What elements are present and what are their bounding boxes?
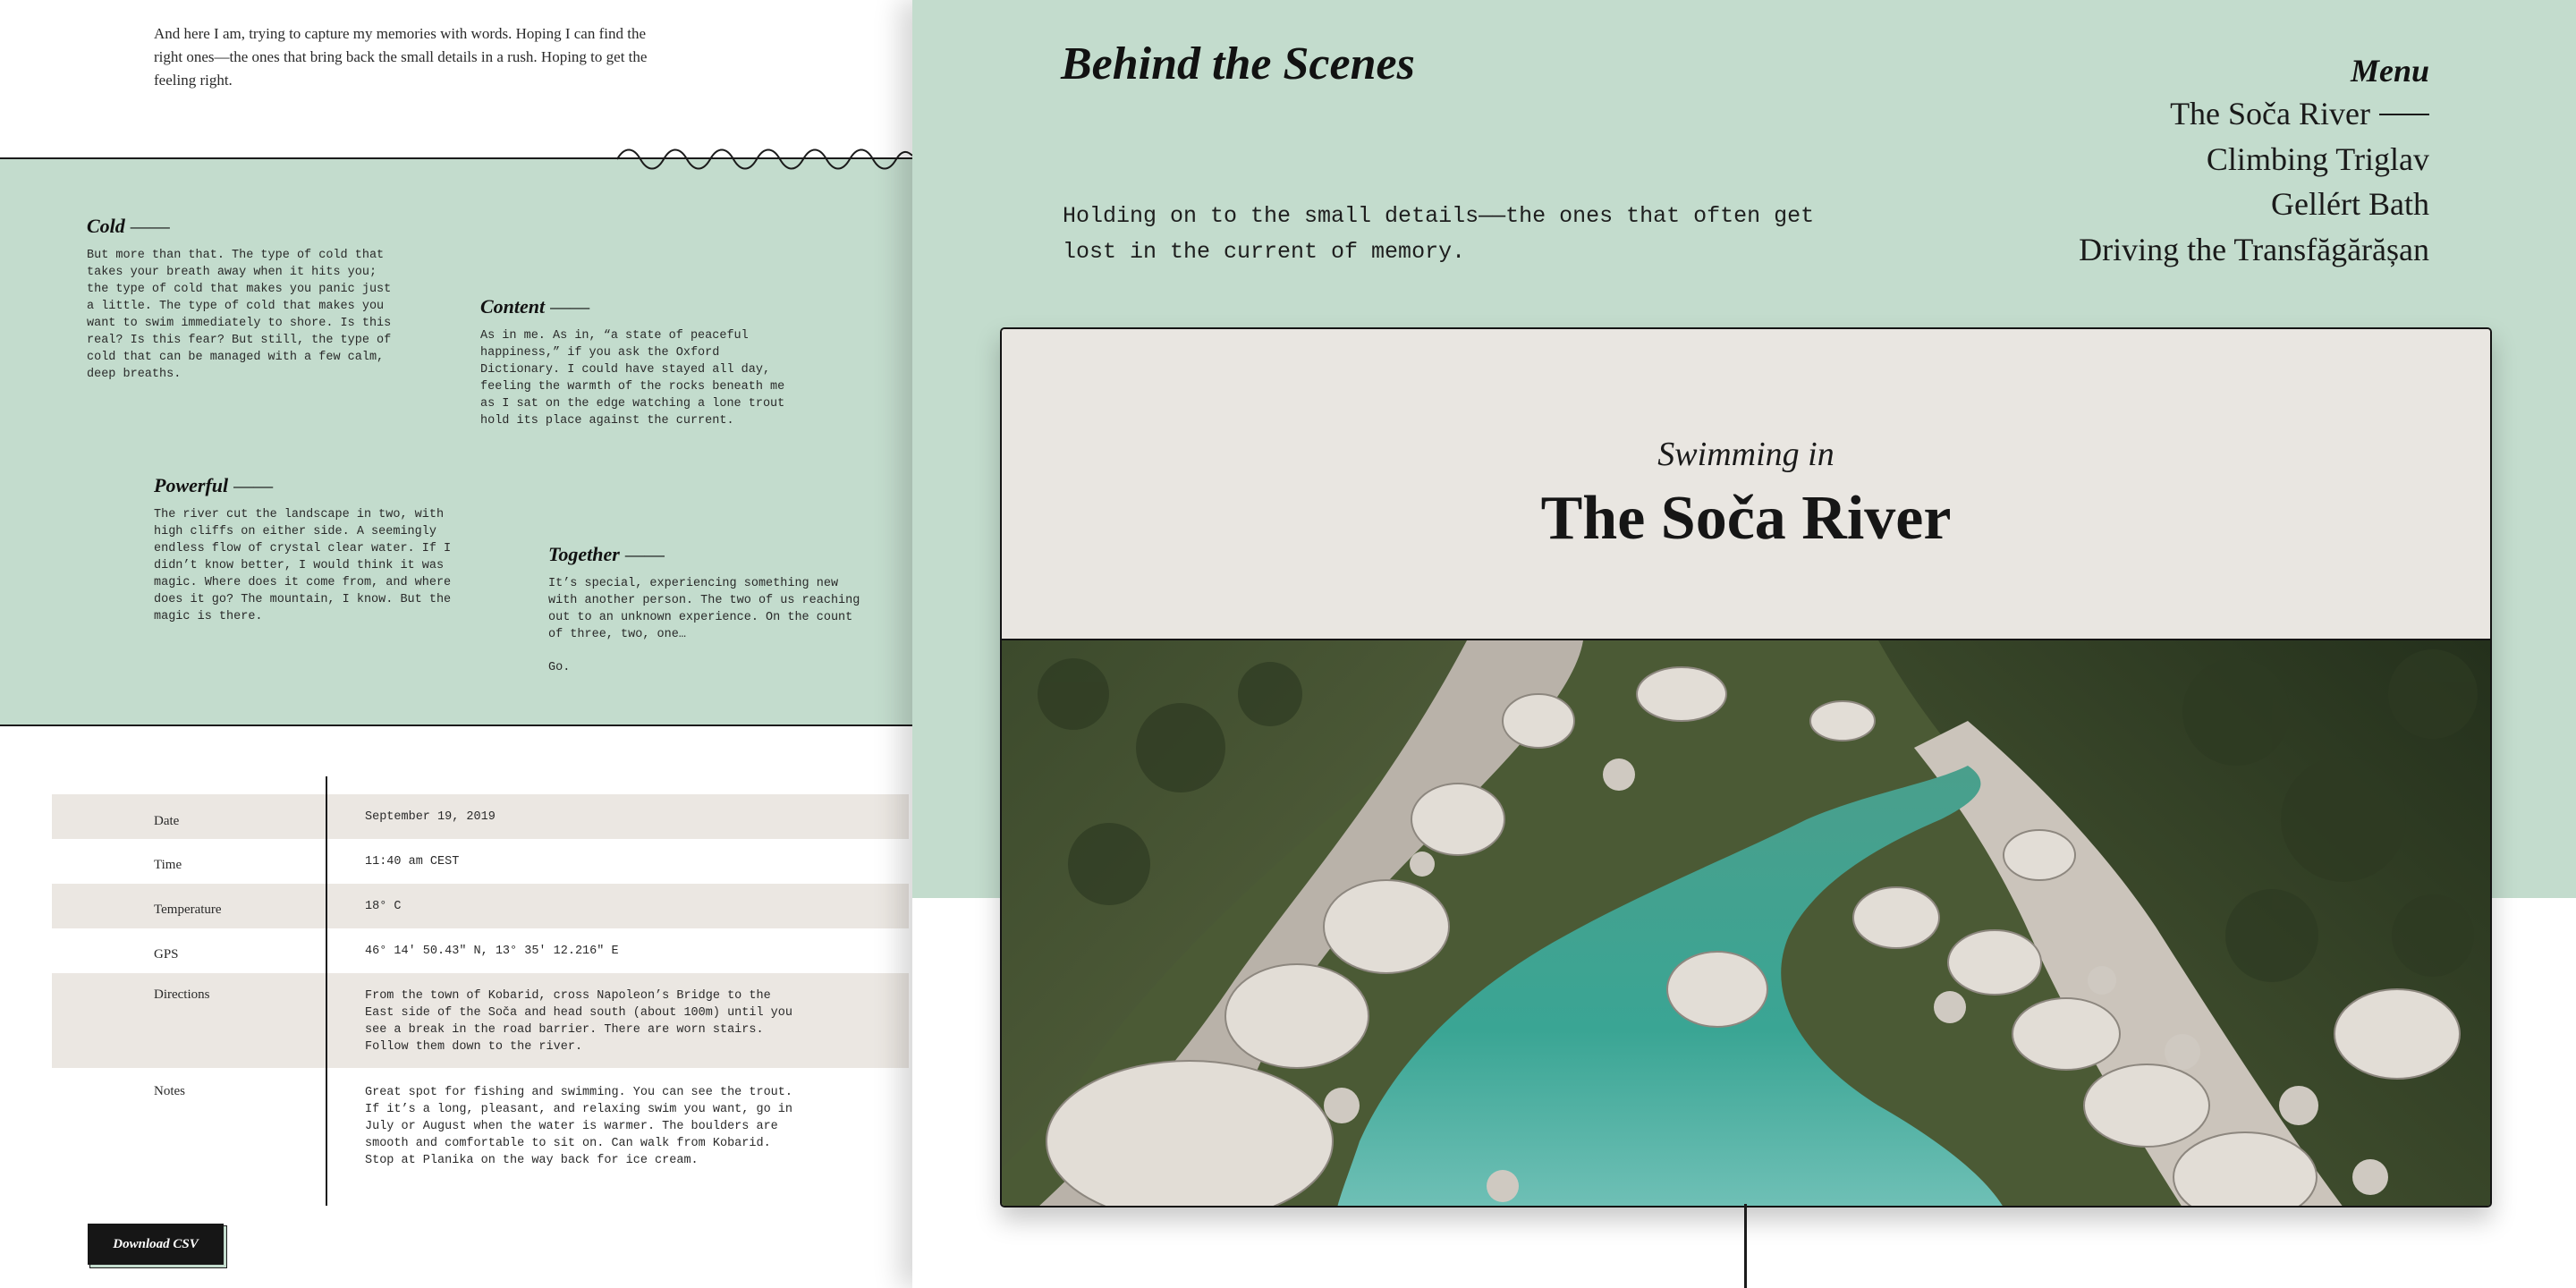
- active-indicator: [2379, 113, 2429, 115]
- table-divider: [326, 776, 327, 1206]
- table-row: Temperature 18° C: [52, 884, 909, 928]
- note-content: Content —— As in me. As in, “a state of p…: [480, 295, 793, 429]
- card-subtitle: Swimming in: [1657, 436, 1835, 473]
- row-label-directions: Directions: [154, 987, 210, 1002]
- site-title[interactable]: Behind the Scenes: [1061, 38, 1415, 90]
- row-value-temperature: 18° C: [365, 899, 402, 913]
- row-value-directions: From the town of Kobarid, cross Napoleon…: [365, 989, 792, 1054]
- feature-card: Swimming in The Soča River: [1000, 327, 2492, 1208]
- row-label-temperature: Temperature: [154, 902, 222, 917]
- download-csv-button[interactable]: Download CSV: [88, 1224, 224, 1265]
- note-together-title: Together ——: [548, 543, 665, 565]
- menu-item-transfagarasan[interactable]: Driving the Transfăgărășan: [2079, 227, 2429, 273]
- table-row: Notes Great spot for fishing and swimmin…: [52, 1068, 909, 1184]
- menu-title: Menu: [2350, 53, 2429, 89]
- row-label-gps: GPS: [154, 946, 179, 962]
- feature-panel: Behind the Scenes Holding on to the smal…: [912, 0, 2576, 1288]
- row-value-time: 11:40 am CEST: [365, 854, 460, 869]
- card-header: Swimming in The Soča River: [1002, 329, 2490, 639]
- note-cold-text: But more than that. The type of cold tha…: [87, 249, 392, 381]
- note-powerful-title: Powerful ——: [154, 474, 274, 496]
- row-value-gps: 46° 14′ 50.43″ N, 13° 35′ 12.216″ E: [365, 944, 619, 958]
- journal-panel: And here I am, trying to capture my memo…: [0, 0, 912, 1288]
- note-content-title: Content ——: [480, 295, 590, 318]
- wave-divider: [617, 148, 912, 170]
- table-row: GPS 46° 14′ 50.43″ N, 13° 35′ 12.216″ E: [52, 928, 909, 973]
- row-label-date: Date: [154, 813, 180, 828]
- note-cold-title: Cold ——: [87, 215, 170, 237]
- row-value-date: September 19, 2019: [365, 809, 496, 824]
- timeline-stem: [1744, 1204, 1747, 1288]
- row-label-time: Time: [154, 857, 182, 872]
- row-value-notes: Great spot for fishing and swimming. You…: [365, 1086, 792, 1167]
- table-row: Date September 19, 2019: [52, 794, 909, 839]
- river-photo: [1002, 639, 2490, 1206]
- details-table: Date September 19, 2019 Time 11:40 am CE…: [52, 776, 909, 1184]
- site-tagline: Holding on to the small details——the one…: [1063, 203, 1815, 265]
- row-label-notes: Notes: [154, 1084, 185, 1098]
- note-together-text: It’s special, experiencing something new…: [548, 577, 860, 641]
- note-together: Together —— It’s special, experiencing so…: [548, 543, 872, 676]
- menu-item-soca-river[interactable]: The Soča River: [2079, 91, 2429, 137]
- menu-item-gellert-bath[interactable]: Gellért Bath: [2079, 182, 2429, 227]
- note-cold: Cold —— But more than that. The type of c…: [87, 215, 400, 383]
- card-title: The Soča River: [1540, 484, 1952, 553]
- note-powerful: Powerful —— The river cut the landscape i…: [154, 474, 467, 625]
- note-powerful-text: The river cut the landscape in two, with…: [154, 508, 452, 623]
- table-row: Time 11:40 am CEST: [52, 839, 909, 884]
- intro-paragraph: And here I am, trying to capture my memo…: [154, 25, 648, 89]
- table-row: Directions From the town of Kobarid, cro…: [52, 973, 909, 1068]
- note-together-go: Go.: [548, 661, 571, 674]
- main-menu: Menu The Soča River Climbing Triglav Gel…: [2079, 50, 2429, 272]
- note-content-text: As in me. As in, “a state of peaceful ha…: [480, 329, 785, 428]
- menu-item-climbing-triglav[interactable]: Climbing Triglav: [2079, 137, 2429, 182]
